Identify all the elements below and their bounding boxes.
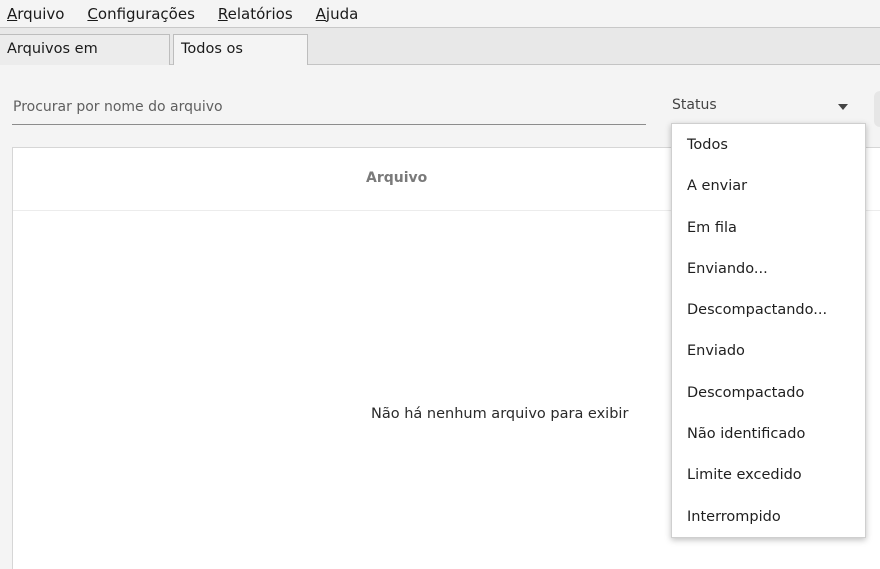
- column-header-arquivo[interactable]: Arquivo: [366, 170, 427, 186]
- chevron-down-icon: [838, 104, 848, 110]
- clipped-button[interactable]: [874, 91, 880, 127]
- menu-ajuda[interactable]: Ajuda: [316, 2, 359, 26]
- menu-bar: Arquivo Configurações Relatórios Ajuda: [0, 0, 880, 28]
- status-option-interrompido[interactable]: Interrompido: [672, 500, 865, 541]
- menu-relatorios-mnemonic: R: [217, 4, 228, 23]
- menu-ajuda-mnemonic: A: [315, 4, 326, 23]
- status-option-a-enviar[interactable]: A enviar: [672, 169, 865, 210]
- status-option-todos[interactable]: Todos: [672, 128, 865, 169]
- menu-arquivo-mnemonic: A: [7, 4, 18, 23]
- status-option-em-fila[interactable]: Em fila: [672, 211, 865, 252]
- menu-arquivo-rest: rquivo: [17, 4, 65, 23]
- status-option-descompactado[interactable]: Descompactado: [672, 376, 865, 417]
- status-select-label: Status: [672, 97, 717, 113]
- status-option-nao-identificado[interactable]: Não identificado: [672, 417, 865, 458]
- empty-state-message: Não há nenhum arquivo para exibir: [371, 406, 629, 422]
- status-option-enviado[interactable]: Enviado: [672, 334, 865, 375]
- tab-arquivos-em-andamento[interactable]: Arquivos em andamento: [0, 34, 170, 86]
- status-dropdown-list: Todos A enviar Em fila Enviando... Desco…: [671, 123, 866, 538]
- menu-configuracoes-mnemonic: C: [87, 4, 98, 23]
- status-option-limite-excedido[interactable]: Limite excedido: [672, 458, 865, 499]
- menu-arquivo[interactable]: Arquivo: [7, 2, 64, 26]
- status-option-enviando[interactable]: Enviando...: [672, 252, 865, 293]
- menu-relatorios[interactable]: Relatórios: [218, 2, 293, 26]
- menu-configuracoes-rest: onfigurações: [97, 4, 195, 23]
- search-input[interactable]: [12, 92, 646, 122]
- status-option-descompactando[interactable]: Descompactando...: [672, 293, 865, 334]
- menu-relatorios-rest: elatórios: [227, 4, 293, 23]
- search-field: [12, 92, 646, 125]
- status-select[interactable]: Status: [672, 93, 862, 121]
- tab-bar: Arquivos em andamento Todos os arquivos: [0, 28, 880, 86]
- tab-todos-os-arquivos[interactable]: Todos os arquivos: [173, 34, 308, 86]
- menu-ajuda-rest: juda: [325, 4, 359, 23]
- menu-configuracoes[interactable]: Configurações: [87, 2, 194, 26]
